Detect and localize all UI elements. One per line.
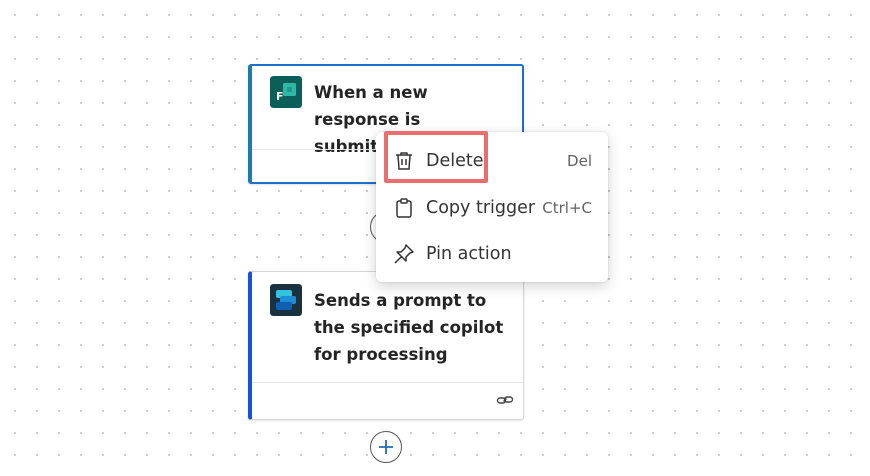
menu-item-copy-trigger[interactable]: Copy trigger Ctrl+C bbox=[376, 188, 608, 228]
delete-highlight-box bbox=[384, 131, 488, 183]
action-card-title: Sends a prompt to the specified copilot … bbox=[314, 291, 504, 364]
copilot-studio-icon bbox=[270, 284, 302, 316]
clipboard-icon bbox=[396, 198, 412, 218]
add-step-button-bottom[interactable] bbox=[370, 431, 402, 463]
menu-item-delete-shortcut: Del bbox=[567, 152, 592, 170]
svg-text:F: F bbox=[276, 90, 284, 103]
action-card[interactable]: Sends a prompt to the specified copilot … bbox=[248, 271, 524, 420]
menu-item-copy-trigger-shortcut: Ctrl+C bbox=[542, 199, 592, 217]
menu-item-pin-action[interactable]: Pin action bbox=[376, 234, 608, 274]
plus-icon bbox=[379, 440, 393, 454]
link-icon[interactable] bbox=[495, 390, 515, 410]
microsoft-forms-icon: F bbox=[270, 76, 302, 108]
pin-icon bbox=[394, 244, 414, 264]
menu-item-pin-action-label: Pin action bbox=[426, 244, 512, 264]
action-card-divider bbox=[252, 382, 523, 383]
menu-item-copy-trigger-label: Copy trigger bbox=[426, 198, 536, 218]
